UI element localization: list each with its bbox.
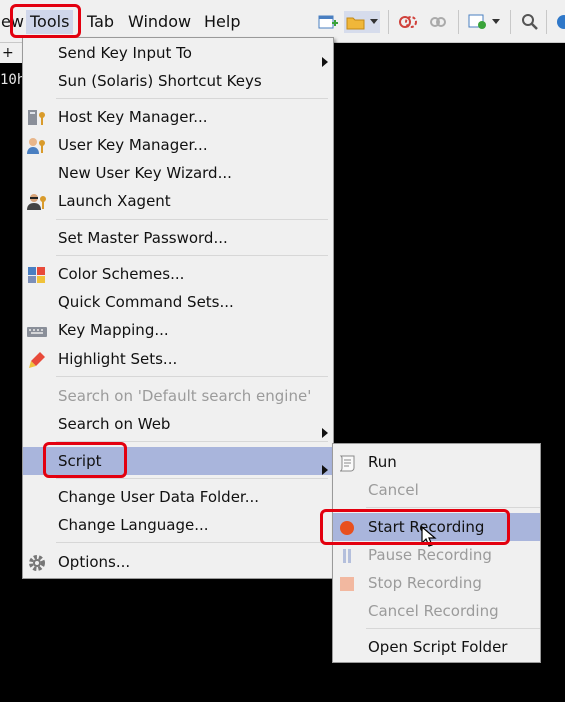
highlighter-icon bbox=[27, 350, 47, 368]
menu-item-key-mapping[interactable]: Key Mapping... bbox=[23, 316, 333, 344]
menu-item-options[interactable]: Options... bbox=[23, 548, 333, 576]
menu-item-open-script-folder[interactable]: Open Script Folder bbox=[333, 633, 540, 661]
menu-item-stop-recording: Stop Recording bbox=[333, 569, 540, 597]
menu-item-label: Launch Xagent bbox=[58, 192, 171, 210]
menu-help[interactable]: Help bbox=[200, 10, 244, 34]
menu-item-label: Sun (Solaris) Shortcut Keys bbox=[58, 72, 262, 90]
link-icon[interactable] bbox=[426, 11, 450, 33]
globe-icon[interactable] bbox=[552, 11, 565, 33]
menu-item-label: Quick Command Sets... bbox=[58, 293, 234, 311]
tools-menu: Send Key Input To Sun (Solaris) Shortcut… bbox=[22, 37, 334, 579]
menu-item-label: Color Schemes... bbox=[58, 265, 185, 283]
toolbar-separator bbox=[510, 10, 511, 34]
menu-item-cancel: Cancel bbox=[333, 476, 540, 504]
menu-item-send-key-input[interactable]: Send Key Input To bbox=[23, 39, 333, 67]
toolbar-separator bbox=[458, 10, 459, 34]
menu-item-run[interactable]: Run bbox=[333, 448, 540, 476]
pause-icon bbox=[337, 546, 357, 564]
annotation-box-script bbox=[43, 442, 127, 478]
menu-item-label: Highlight Sets... bbox=[58, 350, 178, 368]
menu-separator bbox=[366, 628, 540, 629]
menu-item-user-key-manager[interactable]: User Key Manager... bbox=[23, 131, 333, 159]
menu-item-label: Cancel bbox=[368, 481, 419, 499]
menu-item-change-language[interactable]: Change Language... bbox=[23, 511, 333, 539]
menu-item-set-master-password[interactable]: Set Master Password... bbox=[23, 224, 333, 252]
menu-item-search-on-web[interactable]: Search on Web bbox=[23, 410, 333, 438]
menu-item-label: New User Key Wizard... bbox=[58, 164, 232, 182]
annotation-box-tools bbox=[10, 4, 81, 38]
menu-item-sun-shortcut-keys[interactable]: Sun (Solaris) Shortcut Keys bbox=[23, 67, 333, 95]
menu-item-label: Send Key Input To bbox=[58, 44, 192, 62]
menu-separator bbox=[56, 542, 328, 543]
menu-item-search-default-engine: Search on 'Default search engine' bbox=[23, 382, 333, 410]
menu-item-label: Run bbox=[368, 453, 397, 471]
open-folder-icon[interactable] bbox=[344, 11, 368, 33]
menu-item-new-user-key-wizard[interactable]: New User Key Wizard... bbox=[23, 159, 333, 187]
menu-separator bbox=[56, 219, 328, 220]
color-schemes-icon bbox=[27, 265, 47, 283]
agent-icon bbox=[27, 192, 47, 210]
dropdown-icon[interactable] bbox=[490, 11, 502, 33]
menu-item-label: Set Master Password... bbox=[58, 229, 228, 247]
menu-item-label: Pause Recording bbox=[368, 546, 492, 564]
menu-item-quick-command-sets[interactable]: Quick Command Sets... bbox=[23, 288, 333, 316]
keyboard-icon bbox=[27, 321, 47, 339]
menu-window[interactable]: Window bbox=[124, 10, 195, 34]
menu-item-label: Search on Web bbox=[58, 415, 171, 433]
annotation-box-start-recording bbox=[320, 509, 510, 545]
new-session-icon[interactable] bbox=[316, 11, 340, 33]
menu-separator bbox=[56, 478, 328, 479]
menu-item-label: Search on 'Default search engine' bbox=[58, 387, 312, 405]
menu-item-highlight-sets[interactable]: Highlight Sets... bbox=[23, 345, 333, 373]
menu-item-label: Open Script Folder bbox=[368, 638, 508, 656]
submenu-arrow-icon bbox=[322, 419, 328, 447]
settings-icon[interactable] bbox=[466, 11, 490, 33]
menu-separator bbox=[56, 376, 328, 377]
menu-item-label: Change Language... bbox=[58, 516, 209, 534]
script-submenu: Run Cancel Start Recording Pause Recordi… bbox=[332, 443, 541, 663]
menu-item-label: Cancel Recording bbox=[368, 602, 499, 620]
menu-item-cancel-recording: Cancel Recording bbox=[333, 597, 540, 625]
dropdown-icon[interactable] bbox=[368, 11, 380, 33]
menu-item-launch-xagent[interactable]: Launch Xagent bbox=[23, 187, 333, 215]
gear-icon bbox=[27, 553, 47, 571]
user-key-icon bbox=[27, 136, 47, 154]
stop-icon bbox=[337, 574, 357, 592]
toolbar-separator bbox=[388, 10, 389, 34]
submenu-arrow-icon bbox=[322, 456, 328, 484]
menu-item-pause-recording: Pause Recording bbox=[333, 541, 540, 569]
menu-item-change-user-data-folder[interactable]: Change User Data Folder... bbox=[23, 483, 333, 511]
menu-item-label: Options... bbox=[58, 553, 131, 571]
menu-item-label: Change User Data Folder... bbox=[58, 488, 260, 506]
script-scroll-icon bbox=[337, 453, 357, 472]
menu-tab[interactable]: Tab bbox=[83, 10, 118, 34]
menu-item-label: Stop Recording bbox=[368, 574, 482, 592]
menu-item-color-schemes[interactable]: Color Schemes... bbox=[23, 260, 333, 288]
menu-separator bbox=[366, 507, 540, 508]
menu-separator bbox=[56, 255, 328, 256]
menu-item-host-key-manager[interactable]: Host Key Manager... bbox=[23, 103, 333, 131]
menu-item-label: Host Key Manager... bbox=[58, 108, 208, 126]
menu-separator bbox=[56, 98, 328, 99]
toolbar-separator bbox=[546, 10, 547, 34]
search-icon[interactable] bbox=[518, 11, 542, 33]
menu-item-label: User Key Manager... bbox=[58, 136, 208, 154]
host-key-icon bbox=[27, 108, 47, 126]
disconnect-icon[interactable] bbox=[396, 11, 420, 33]
menu-item-label: Key Mapping... bbox=[58, 321, 169, 339]
